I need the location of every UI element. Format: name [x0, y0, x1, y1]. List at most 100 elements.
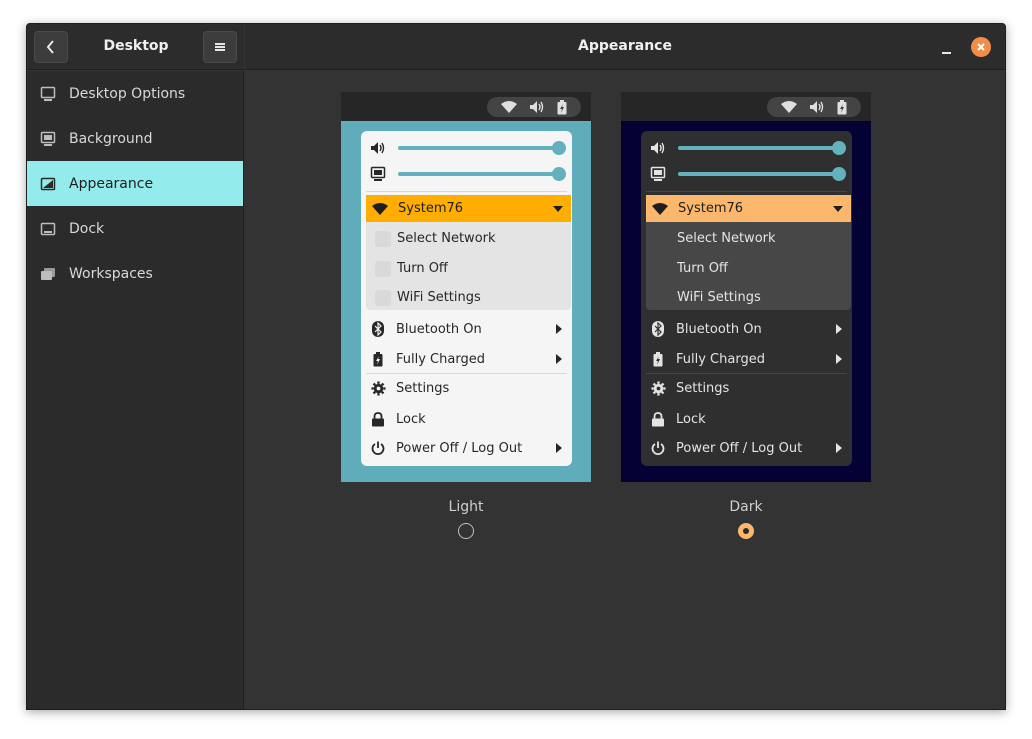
wifi-icon	[501, 101, 517, 113]
settings-label: Settings	[676, 380, 730, 396]
wifi-icon	[652, 202, 668, 215]
close-icon	[977, 43, 985, 51]
preview-background: System76 Select Network Turn Off WiFi Se…	[341, 121, 591, 482]
gear-icon	[370, 380, 386, 396]
sidebar-item-label: Desktop Options	[69, 85, 186, 102]
preview-top-bar	[621, 92, 871, 121]
wifi-icon	[781, 101, 797, 113]
sidebar-item-label: Background	[69, 130, 153, 147]
hamburger-menu-icon	[215, 43, 225, 51]
bluetooth-label: Bluetooth On	[676, 321, 762, 337]
sidebar: Desktop Options Background Appearance Do…	[27, 71, 244, 709]
system-menu: System76 Select Network Turn Off WiFi Se…	[361, 131, 572, 466]
dark-theme-label: Dark	[729, 499, 763, 515]
power-label: Power Off / Log Out	[396, 440, 523, 456]
radio-selected-dot	[743, 528, 749, 534]
light-theme-preview[interactable]: System76 Select Network Turn Off WiFi Se…	[341, 92, 591, 482]
menu-button[interactable]	[203, 31, 237, 63]
system-menu: System76 Select Network Turn Off WiFi Se…	[641, 131, 852, 466]
sidebar-title: Desktop	[103, 38, 169, 54]
battery-label: Fully Charged	[396, 351, 485, 367]
chevron-left-icon	[46, 40, 54, 54]
battery-item[interactable]: Fully Charged	[650, 349, 844, 369]
lock-icon	[650, 411, 666, 427]
lock-label: Lock	[396, 411, 426, 427]
network-submenu: Select Network Turn Off WiFi Settings	[366, 222, 571, 310]
bluetooth-icon	[650, 321, 666, 337]
light-theme-radio[interactable]	[458, 523, 474, 539]
settings-item[interactable]: Settings	[650, 378, 844, 398]
battery-icon	[370, 351, 386, 367]
select-network-item[interactable]: Select Network	[397, 231, 496, 246]
network-header[interactable]: System76	[646, 195, 851, 222]
dark-theme-preview[interactable]: System76 Select Network Turn Off WiFi Se…	[621, 92, 871, 482]
bluetooth-label: Bluetooth On	[396, 321, 482, 337]
workspaces-icon	[39, 265, 57, 283]
lock-item[interactable]: Lock	[370, 409, 564, 429]
brightness-slider[interactable]	[649, 165, 846, 183]
power-item[interactable]: Power Off / Log Out	[370, 438, 564, 458]
lock-item[interactable]: Lock	[650, 409, 844, 429]
power-item[interactable]: Power Off / Log Out	[650, 438, 844, 458]
preview-background: System76 Select Network Turn Off WiFi Se…	[621, 121, 871, 482]
bluetooth-icon	[370, 321, 386, 337]
chevron-right-icon	[836, 324, 842, 334]
sidebar-item-dock[interactable]: Dock	[27, 206, 243, 251]
sidebar-item-label: Appearance	[69, 175, 154, 192]
volume-icon	[649, 139, 667, 157]
minimize-button[interactable]	[941, 44, 951, 54]
background-icon	[39, 130, 57, 148]
volume-icon	[810, 101, 824, 113]
network-name: System76	[398, 201, 464, 216]
minimize-icon	[941, 52, 951, 54]
network-header[interactable]: System76	[366, 195, 571, 222]
chevron-right-icon	[556, 324, 562, 334]
turn-off-item[interactable]: Turn Off	[397, 261, 448, 276]
chevron-down-icon	[553, 206, 563, 212]
main-header: Appearance	[245, 24, 1005, 70]
power-label: Power Off / Log Out	[676, 440, 803, 456]
sidebar-item-label: Workspaces	[69, 265, 153, 282]
settings-item[interactable]: Settings	[370, 378, 564, 398]
settings-window: Desktop Appearance Desktop Options Backg…	[26, 23, 1006, 710]
wifi-settings-item[interactable]: WiFi Settings	[397, 290, 481, 305]
turn-off-item[interactable]: Turn Off	[677, 261, 728, 276]
monitor-icon	[39, 85, 57, 103]
appearance-icon	[39, 175, 57, 193]
sidebar-item-background[interactable]: Background	[27, 116, 243, 161]
bluetooth-item[interactable]: Bluetooth On	[650, 319, 844, 339]
chevron-down-icon	[833, 206, 843, 212]
dark-theme-radio[interactable]	[738, 523, 754, 539]
lock-icon	[370, 411, 386, 427]
chevron-right-icon	[556, 354, 562, 364]
settings-label: Settings	[396, 380, 450, 396]
back-button[interactable]	[34, 31, 68, 63]
sidebar-header: Desktop	[27, 24, 244, 70]
battery-item[interactable]: Fully Charged	[370, 349, 564, 369]
network-submenu: Select Network Turn Off WiFi Settings	[646, 222, 851, 310]
sidebar-item-label: Dock	[69, 220, 105, 237]
system-tray	[487, 97, 581, 117]
volume-icon	[530, 101, 544, 113]
appearance-content: System76 Select Network Turn Off WiFi Se…	[245, 71, 1005, 709]
battery-icon	[650, 351, 666, 367]
battery-label: Fully Charged	[676, 351, 765, 367]
select-network-item[interactable]: Select Network	[677, 231, 776, 246]
power-icon	[370, 440, 386, 456]
battery-icon	[557, 99, 567, 114]
sidebar-item-workspaces[interactable]: Workspaces	[27, 251, 243, 296]
gear-icon	[650, 380, 666, 396]
close-button[interactable]	[971, 37, 991, 57]
bluetooth-item[interactable]: Bluetooth On	[370, 319, 564, 339]
wifi-settings-item[interactable]: WiFi Settings	[677, 290, 761, 305]
network-name: System76	[678, 201, 744, 216]
system-tray	[767, 97, 861, 117]
volume-icon	[369, 139, 387, 157]
sidebar-item-appearance[interactable]: Appearance	[27, 161, 243, 206]
page-title: Appearance	[578, 38, 672, 54]
display-icon	[649, 165, 667, 183]
volume-slider[interactable]	[649, 139, 846, 157]
sidebar-item-desktop-options[interactable]: Desktop Options	[27, 71, 243, 116]
volume-slider[interactable]	[369, 139, 566, 157]
brightness-slider[interactable]	[369, 165, 566, 183]
